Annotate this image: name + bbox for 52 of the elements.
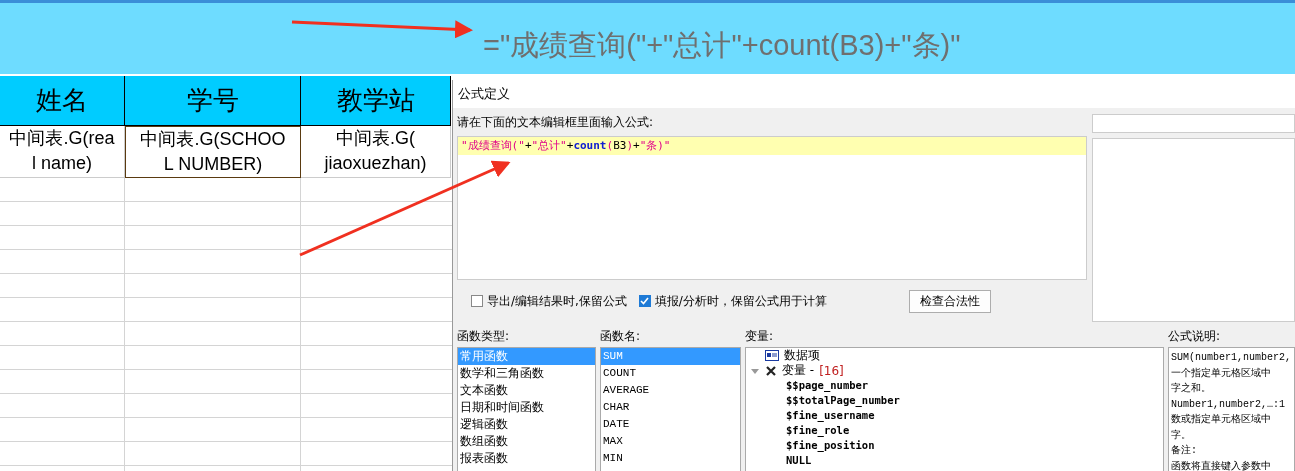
list-label: 函数类型: bbox=[457, 328, 511, 345]
table-cell[interactable]: 中间表.G(rea l name) bbox=[0, 126, 125, 178]
variable-icon bbox=[765, 364, 777, 377]
tree-item[interactable]: $fine_role bbox=[746, 423, 1163, 438]
list-item[interactable]: MAX bbox=[601, 433, 740, 450]
checkbox-label: 填报/分析时，保留公式用于计算 bbox=[654, 292, 827, 310]
list-item[interactable]: DATE bbox=[601, 416, 740, 433]
description-line: 字。 bbox=[1171, 428, 1191, 443]
list-item[interactable]: 逻辑函数 bbox=[458, 416, 595, 433]
description-line: 函数将直接键入参数中 bbox=[1171, 459, 1271, 471]
text-area[interactable] bbox=[1092, 138, 1295, 322]
list-item[interactable]: 文本函数 bbox=[458, 382, 595, 399]
description-line: Number1,number2,…:1 bbox=[1171, 397, 1286, 412]
table-cell[interactable]: 中间表.G(SCHOO L NUMBER) bbox=[125, 126, 301, 178]
column-header[interactable]: 学号 bbox=[125, 76, 301, 126]
description-line: 字之和。 bbox=[1171, 381, 1211, 396]
list-item[interactable]: COUNT bbox=[601, 365, 740, 382]
checkbox-label: 导出/编辑结果时,保留公式 bbox=[487, 292, 627, 310]
list-item[interactable]: 日期和时间函数 bbox=[458, 399, 595, 416]
description-line: 备注: bbox=[1171, 443, 1197, 458]
list-item[interactable]: AVERAGE bbox=[601, 382, 740, 399]
list-item[interactable]: CHAR bbox=[601, 399, 740, 416]
tree-item[interactable]: 数据项 bbox=[784, 348, 820, 364]
table-icon bbox=[765, 350, 779, 361]
description-line: 一个指定单元格区域中 bbox=[1171, 366, 1271, 381]
table-cell[interactable]: 中间表.G( jiaoxuezhan) bbox=[301, 126, 451, 178]
formula-editor[interactable]: "成绩查询("+"总计"+count(B3)+"条)" bbox=[457, 136, 1087, 280]
tree-item[interactable]: $$page_number bbox=[746, 378, 1163, 393]
description-line: 数或指定单元格区域中 bbox=[1171, 412, 1271, 427]
editor-label: 请在下面的文本编辑框里面输入公式: bbox=[457, 114, 655, 131]
dialog-title: 公式定义 bbox=[453, 80, 1295, 108]
tree-item[interactable]: $fine_position bbox=[746, 438, 1163, 453]
tree-item[interactable]: $$totalPage_number bbox=[746, 393, 1163, 408]
list-item[interactable]: 数组函数 bbox=[458, 433, 595, 450]
input-field[interactable] bbox=[1092, 114, 1295, 133]
tree-item[interactable]: NULL bbox=[746, 453, 1163, 468]
description-line: SUM(number1,number2, bbox=[1171, 351, 1292, 365]
column-header[interactable]: 教学站 bbox=[301, 76, 451, 126]
tree-item[interactable]: 变量 - bbox=[782, 362, 815, 379]
list-item[interactable]: 数学和三角函数 bbox=[458, 365, 595, 382]
checkbox[interactable] bbox=[638, 295, 651, 307]
check-validity-button[interactable]: 检查合法性 bbox=[908, 289, 991, 313]
tree-item[interactable]: $fine_username bbox=[746, 408, 1163, 423]
list-label: 函数名: bbox=[600, 328, 642, 345]
column-header[interactable]: 姓名 bbox=[0, 76, 125, 126]
count-label: [16] bbox=[819, 363, 844, 378]
list-label: 公式说明: bbox=[1168, 328, 1222, 345]
list-item[interactable]: 报表函数 bbox=[458, 450, 595, 467]
checkbox[interactable] bbox=[471, 295, 483, 307]
list-label: 变量: bbox=[745, 328, 775, 345]
formula-text: ="成绩查询("+"总计"+count(B3)+"条)" bbox=[483, 28, 961, 63]
list-item[interactable]: MIN bbox=[601, 450, 740, 467]
